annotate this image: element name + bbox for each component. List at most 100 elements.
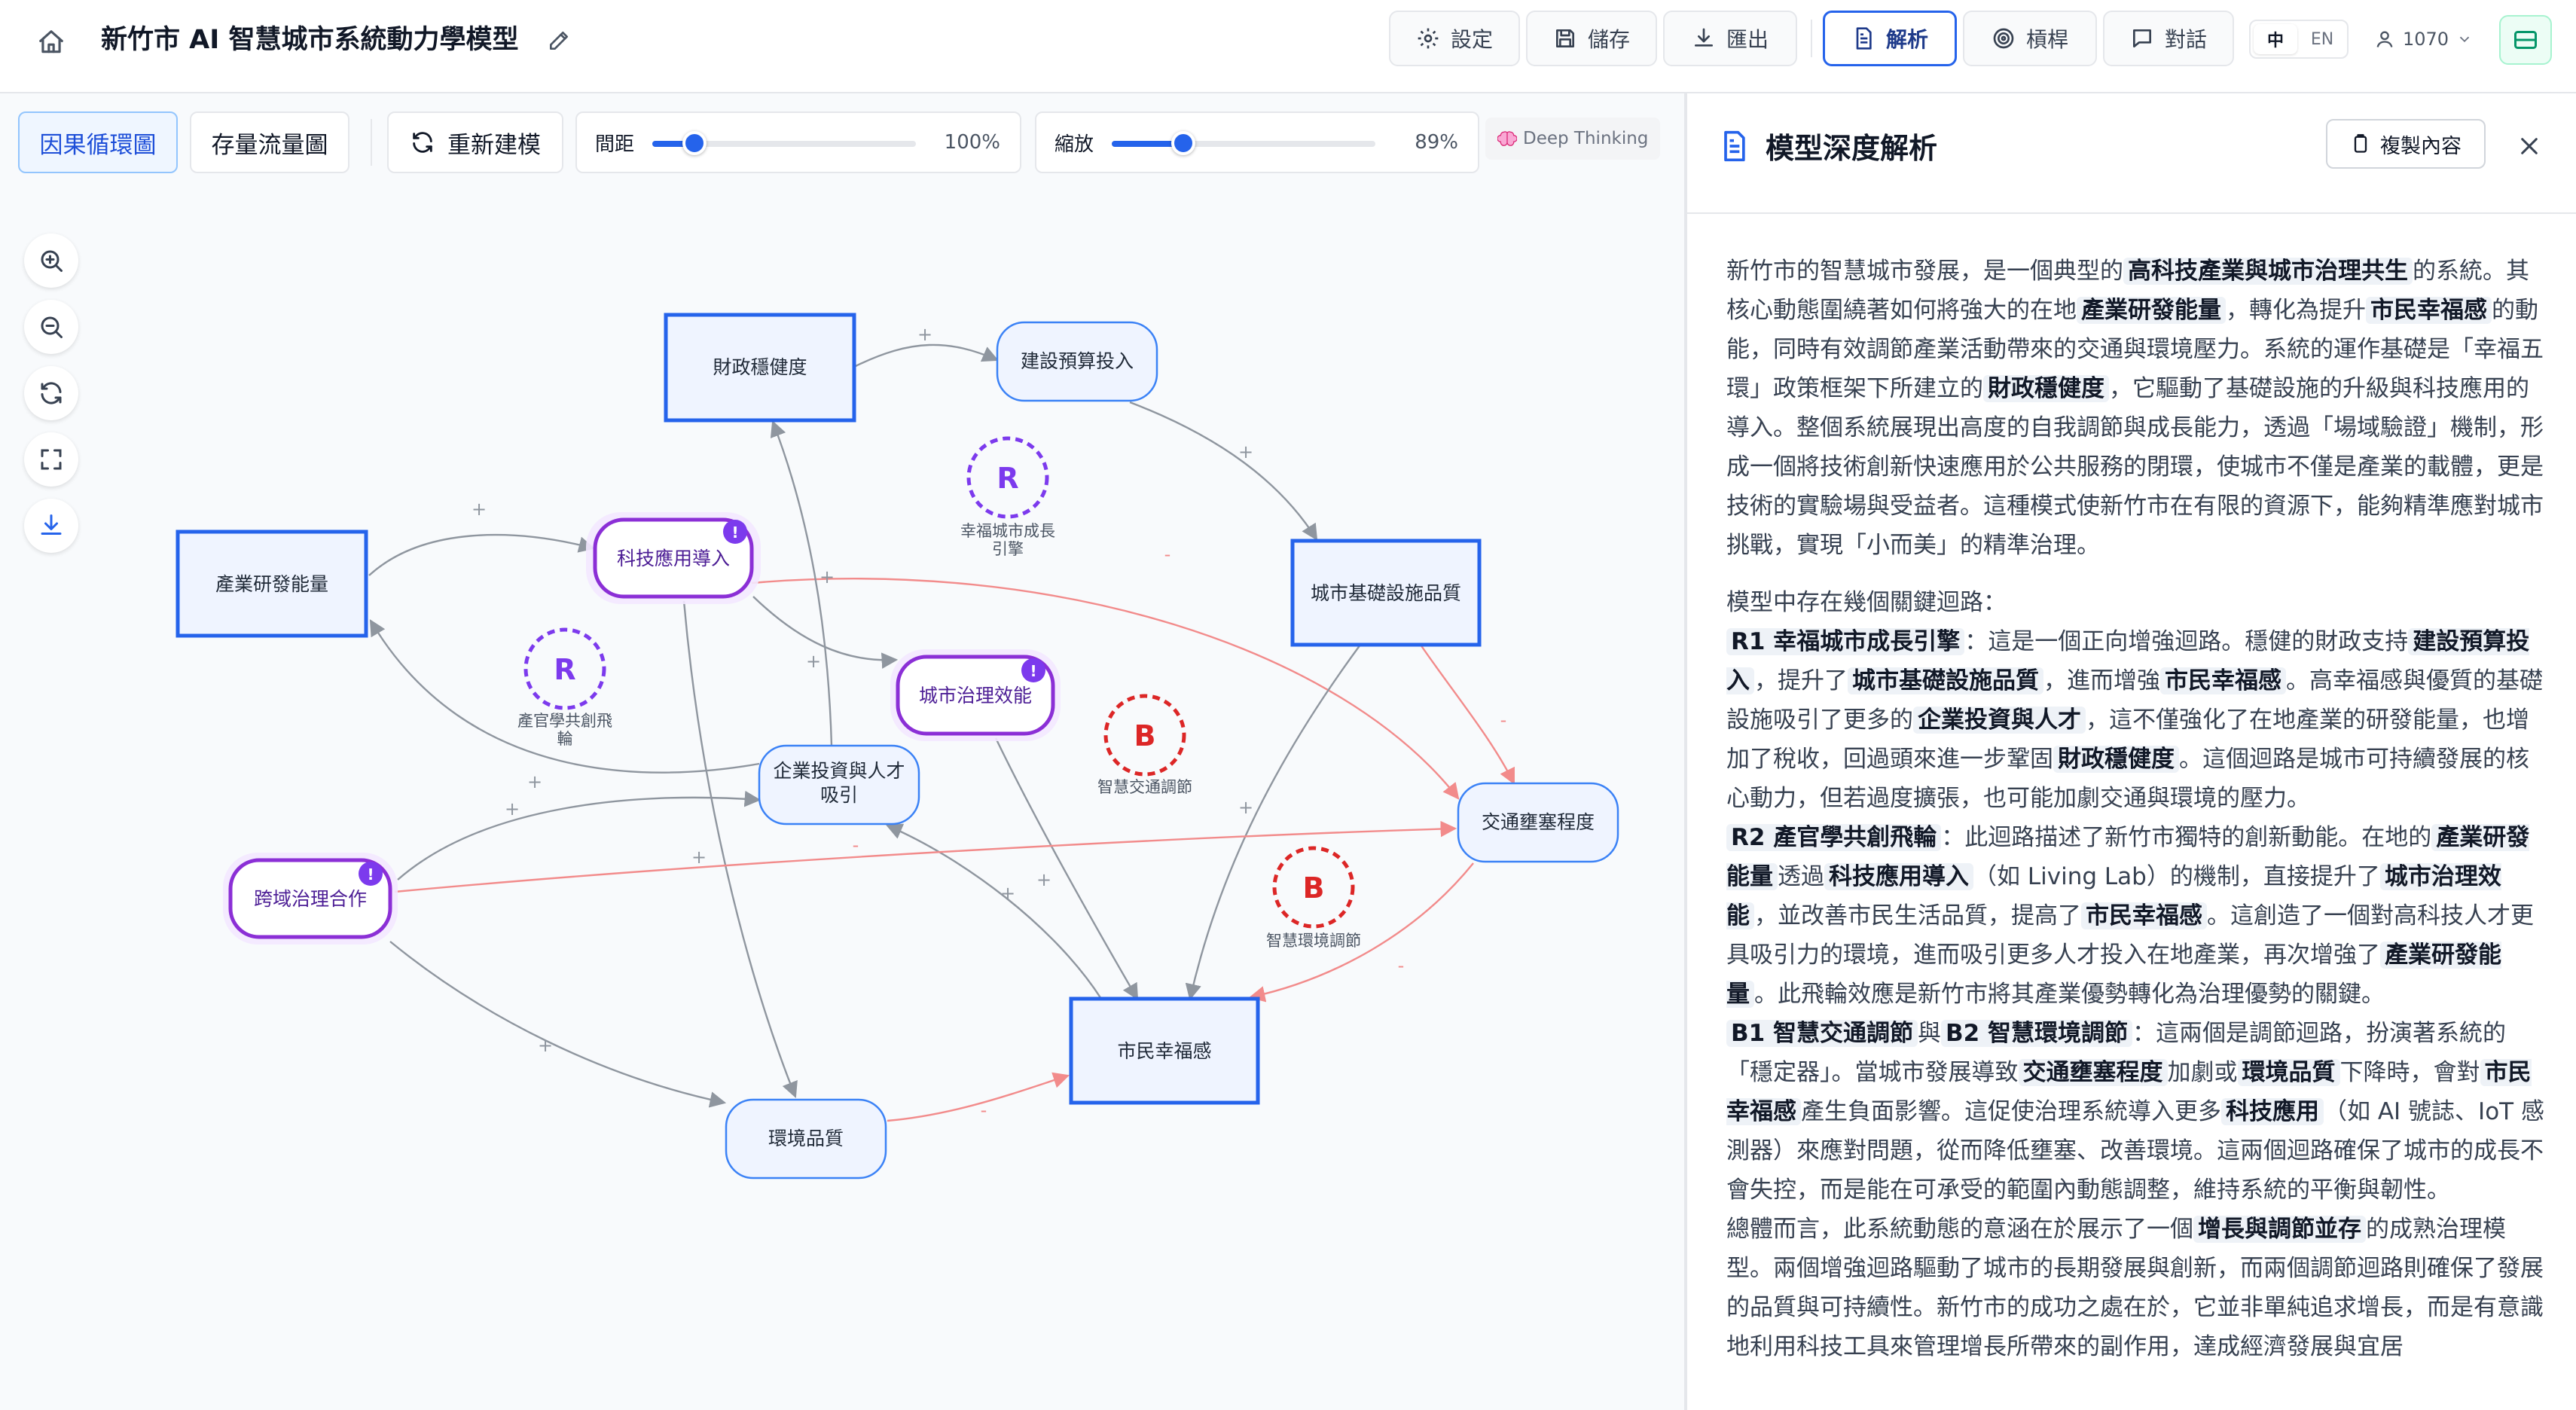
node-industry-rd[interactable]: 產業研發能量 bbox=[175, 530, 368, 638]
highlight-term: 科技應用 bbox=[2221, 1098, 2324, 1125]
user-menu[interactable]: 1070 bbox=[2374, 20, 2473, 59]
loop-letter: R bbox=[554, 653, 575, 686]
highlight-term: 市民幸福感 bbox=[2081, 902, 2207, 929]
highlight-term: 市民幸福感 bbox=[2160, 667, 2286, 694]
link-fiscal-budget[interactable] bbox=[855, 343, 999, 368]
node-environment-quality[interactable]: 環境品質 bbox=[725, 1098, 887, 1180]
node-infrastructure[interactable]: 城市基礎設施品質 bbox=[1290, 539, 1482, 647]
text-run: 下降時，會對 bbox=[2339, 1059, 2480, 1086]
loop-marker-r1[interactable]: R 幸福城市成長 引擎 bbox=[960, 436, 1055, 558]
node-label: 吸引 bbox=[820, 784, 858, 806]
node-fiscal-health[interactable]: 財政穩健度 bbox=[664, 313, 856, 423]
lang-en-button[interactable]: EN bbox=[2300, 24, 2344, 54]
loop-letter: B bbox=[1134, 719, 1156, 752]
node-governance-efficiency[interactable]: 城市治理效能 ! bbox=[890, 649, 1061, 741]
chat-button[interactable]: 對話 bbox=[2103, 11, 2234, 66]
lever-badge-mark: ! bbox=[731, 523, 738, 542]
lever-label: 槓桿 bbox=[2025, 27, 2068, 52]
highlight-term: 科技應用導入 bbox=[1824, 863, 1973, 890]
analysis-panel-header: 模型深度解析 複製內容 bbox=[1687, 93, 2576, 214]
chat-icon bbox=[2132, 29, 2151, 47]
analysis-paragraph: 新竹市的智慧城市發展，是一個典型的 高科技產業與城市治理共生 的系統。其核心動態圍繞… bbox=[1726, 252, 2544, 565]
document-icon bbox=[1856, 27, 1872, 50]
analysis-paragraph: R1 幸福城市成長引擎 ：這是一個正向增強迴路。穩健的財政支持 建設預算投入 ，提升了… bbox=[1726, 622, 2544, 818]
highlight-term: 市民幸福感 bbox=[2366, 297, 2492, 324]
document-icon bbox=[1724, 130, 1745, 162]
highlight-term: 城市基礎設施品質 bbox=[1848, 667, 2043, 694]
analysis-panel-title: 模型深度解析 bbox=[1766, 132, 1938, 165]
node-label: 城市治理效能 bbox=[919, 685, 1032, 707]
link-happiness-investment[interactable] bbox=[886, 823, 1103, 1000]
polarity-sign: - bbox=[1398, 955, 1405, 976]
loop-marker-b2[interactable]: B 智慧環境調節 bbox=[1266, 846, 1361, 950]
node-label: 城市基礎設施品質 bbox=[1311, 582, 1461, 604]
text-run: 總體而言，此系統動態的意涵在於展示了一個 bbox=[1726, 1216, 2193, 1243]
user-icon bbox=[2376, 31, 2393, 47]
polarity-sign: + bbox=[806, 651, 821, 672]
clipboard-icon bbox=[2354, 134, 2367, 153]
chat-label: 對話 bbox=[2164, 27, 2207, 52]
polarity-sign: - bbox=[1500, 710, 1507, 731]
export-label: 匯出 bbox=[1726, 27, 1769, 52]
close-panel-button[interactable] bbox=[2508, 125, 2550, 167]
text-run: ：此迴路描述了新竹市獨特的創新動能。在地的 bbox=[1941, 824, 2432, 851]
causal-loop-diagram[interactable]: + + + + - + + + + - + + + - - - + R 幸福城市… bbox=[0, 0, 1684, 1410]
copy-content-button[interactable]: 複製內容 bbox=[2326, 119, 2486, 169]
highlight-term: R1 幸福城市成長引擎 bbox=[1726, 628, 1965, 655]
link-environment-happiness[interactable] bbox=[887, 1072, 1070, 1122]
loop-marker-b1[interactable]: B 智慧交通調節 bbox=[1097, 694, 1192, 796]
analyze-label: 解析 bbox=[1885, 27, 1928, 52]
language-switch: 中 EN bbox=[2249, 20, 2349, 59]
node-tech-adoption[interactable]: 科技應用導入 ! bbox=[586, 512, 761, 604]
text-run: ，提升了 bbox=[1754, 667, 1848, 694]
highlight-term: 增長與調節並存 bbox=[2193, 1216, 2366, 1243]
link-traffic-happiness[interactable] bbox=[1248, 862, 1474, 1003]
link-crossdomain-environment[interactable] bbox=[389, 941, 727, 1108]
text-run: ，它驅動了基礎設施的升級與科技應用的導入。整個系統展現出高度的自我調節與成長能力… bbox=[1726, 375, 2544, 559]
loop-label: 幸福城市成長 bbox=[960, 522, 1055, 540]
highlight-term: 產業研發能量 bbox=[2077, 297, 2226, 324]
highlight-term: 環境品質 bbox=[2237, 1059, 2340, 1086]
lever-button[interactable]: 槓桿 bbox=[1963, 11, 2097, 66]
link-budget-infra[interactable] bbox=[1129, 401, 1318, 541]
lever-badge-mark: ! bbox=[1030, 662, 1036, 680]
lang-zh-button[interactable]: 中 bbox=[2254, 24, 2297, 54]
text-run: ，轉化為提升 bbox=[2226, 297, 2366, 324]
loop-letter: B bbox=[1303, 871, 1325, 905]
polarity-sign: + bbox=[1036, 869, 1051, 890]
text-run: 與 bbox=[1918, 1020, 1941, 1047]
node-citizen-happiness[interactable]: 市民幸福感 bbox=[1069, 996, 1260, 1105]
text-run: （如 Living Lab）的機制，直接提升了 bbox=[1973, 863, 2380, 890]
polarity-sign: - bbox=[981, 1100, 987, 1121]
node-cross-domain-governance[interactable]: 跨域治理合作 ! bbox=[223, 853, 398, 945]
polarity-sign: + bbox=[1238, 797, 1253, 818]
node-construction-budget[interactable]: 建設預算投入 bbox=[996, 321, 1158, 402]
analyze-button[interactable]: 解析 bbox=[1823, 11, 1957, 66]
link-crossdomain-traffic[interactable] bbox=[394, 820, 1457, 893]
loop-label: 智慧環境調節 bbox=[1266, 932, 1361, 950]
text-run: 新竹市的智慧城市發展，是一個典型的 bbox=[1726, 258, 2123, 285]
polarity-sign: + bbox=[505, 798, 520, 819]
loop-letter: R bbox=[997, 462, 1018, 495]
panel-toggle-button[interactable] bbox=[2499, 15, 2552, 65]
node-traffic-congestion[interactable]: 交通壅塞程度 bbox=[1457, 782, 1619, 863]
loop-label: 引擎 bbox=[992, 540, 1024, 558]
loop-label: 輪 bbox=[557, 730, 573, 748]
link-investment-rd[interactable] bbox=[369, 619, 760, 774]
loop-marker-r2[interactable]: R 產官學共創飛 輪 bbox=[517, 627, 612, 748]
node-label: 企業投資與人才 bbox=[773, 760, 905, 782]
text-run: 加劇或 bbox=[2167, 1059, 2238, 1086]
link-governance-happiness[interactable] bbox=[994, 737, 1139, 1000]
highlight-term: 財政穩健度 bbox=[2053, 746, 2179, 773]
highlight-term: 交通壅塞程度 bbox=[2018, 1059, 2168, 1086]
node-label: 產業研發能量 bbox=[215, 573, 328, 595]
text-run: ：這是一個正向增強迴路。穩健的財政支持 bbox=[1964, 628, 2409, 655]
polarity-sign: - bbox=[853, 835, 859, 856]
analysis-paragraph: 總體而言，此系統動態的意涵在於展示了一個 增長與調節並存 的成熟治理模型。兩個增強迴… bbox=[1726, 1210, 2544, 1366]
node-label: 跨域治理合作 bbox=[254, 888, 367, 910]
polarity-sign: - bbox=[1164, 544, 1171, 565]
polarity-sign: + bbox=[917, 324, 932, 345]
link-rd-tech[interactable] bbox=[368, 534, 596, 576]
polarity-sign: + bbox=[1000, 883, 1015, 904]
node-investment-talent[interactable]: 企業投資與人才 吸引 bbox=[758, 744, 920, 826]
